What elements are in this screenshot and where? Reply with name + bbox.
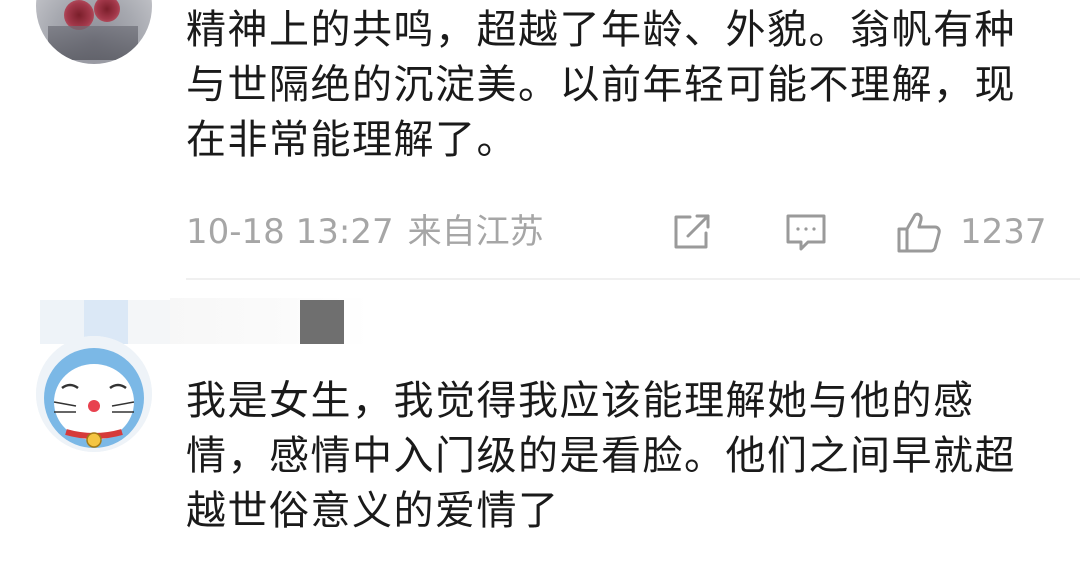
timestamp: 10-18 13:27 来自江苏 <box>186 210 544 254</box>
cartoon-avatar-icon <box>36 336 152 452</box>
share-icon <box>674 214 710 249</box>
comment-item: 我是女生，我觉得我应该能理解她与他的感情，感情中入门级的是看脸。他们之间早就超越… <box>0 280 1080 563</box>
thumbs-up-icon <box>897 212 941 253</box>
comment-text: 精神上的共鸣，超越了年龄、外貌。翁帆有种与世隔绝的沉淀美。以前年轻可能不理解，现… <box>186 7 1016 163</box>
comment-button[interactable] <box>784 210 830 254</box>
comment-date: 10-18 13:27 <box>186 212 394 252</box>
share-button[interactable] <box>670 210 716 254</box>
comment-meta: 10-18 13:27 来自江苏 1237 <box>186 210 1047 254</box>
like-count: 1237 <box>960 212 1047 252</box>
comment-location: 来自江苏 <box>407 212 544 252</box>
like-button[interactable]: 1237 <box>896 210 1056 254</box>
avatar[interactable] <box>36 336 152 452</box>
avatar[interactable] <box>36 0 152 64</box>
redaction-block <box>300 300 344 344</box>
comment-item: 精神上的共鸣，超越了年龄、外貌。翁帆有种与世隔绝的沉淀美。以前年轻可能不理解，现… <box>0 0 1080 280</box>
comment-icon <box>786 214 826 251</box>
comment-text: 我是女生，我觉得我应该能理解她与他的感情，感情中入门级的是看脸。他们之间早就超越… <box>186 378 1016 534</box>
